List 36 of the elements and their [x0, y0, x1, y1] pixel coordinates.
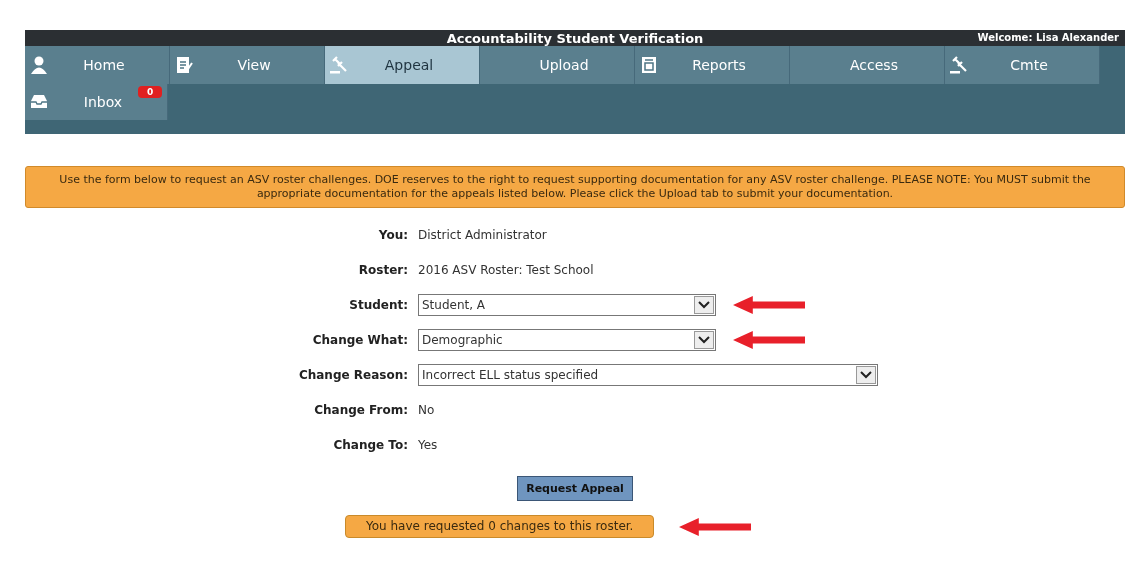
field-value: Yes [418, 438, 438, 452]
nav-tab[interactable]: Upload [480, 46, 635, 84]
chevron-down-icon [694, 331, 714, 349]
field-label: Change To: [332, 437, 408, 454]
report-icon [639, 55, 659, 75]
nav-tab[interactable]: Cmte [945, 46, 1100, 84]
field-label: Roster: [357, 262, 408, 279]
nav-tab[interactable]: View [170, 46, 325, 84]
chevron-down-icon [694, 296, 714, 314]
nav-tab[interactable]: Reports [635, 46, 790, 84]
welcome-text: Welcome: Lisa Alexander [977, 32, 1119, 43]
nav-tab[interactable]: Home [25, 46, 170, 84]
nav-tab[interactable]: Inbox 0 [25, 84, 168, 120]
field-label: Change What: [311, 332, 408, 349]
gavel-icon [949, 55, 969, 75]
field-label: Student: [348, 297, 408, 314]
nav-tab[interactable]: Appeal [325, 46, 480, 84]
field-value: 2016 ASV Roster: Test School [418, 263, 594, 277]
field-value: No [418, 403, 435, 417]
count-badge: 0 [138, 86, 163, 98]
field-label: Change From: [313, 402, 408, 419]
dropdown-field[interactable]: Student, A [418, 294, 716, 316]
dropdown-field[interactable]: Demographic [418, 329, 716, 351]
app-title: Accountability Student Verification [446, 30, 704, 46]
nav-tab[interactable]: Access [790, 46, 945, 84]
document-icon [174, 55, 194, 75]
request-appeal-button[interactable]: Request Appeal [517, 476, 633, 501]
chevron-down-icon [856, 366, 876, 384]
status-message: You have requested 0 changes to this roster. [345, 515, 655, 538]
person-icon [29, 55, 49, 75]
dropdown-field[interactable]: Incorrect ELL status specified [418, 364, 878, 386]
notice-banner: Use the form below to request an ASV roster challenges. DOE reserves to the right to request supporting documentation for any ASV roster challenge. PLEASE NOTE: You MUST submit the appropriate documentation for the appeals listed below. Please click the Upload tab to submit your documentation. [25, 166, 1125, 208]
field-label: Change Reason: [297, 367, 408, 384]
field-label: You: [377, 227, 408, 244]
gavel-icon [329, 55, 349, 75]
field-value: District Administrator [418, 228, 547, 242]
